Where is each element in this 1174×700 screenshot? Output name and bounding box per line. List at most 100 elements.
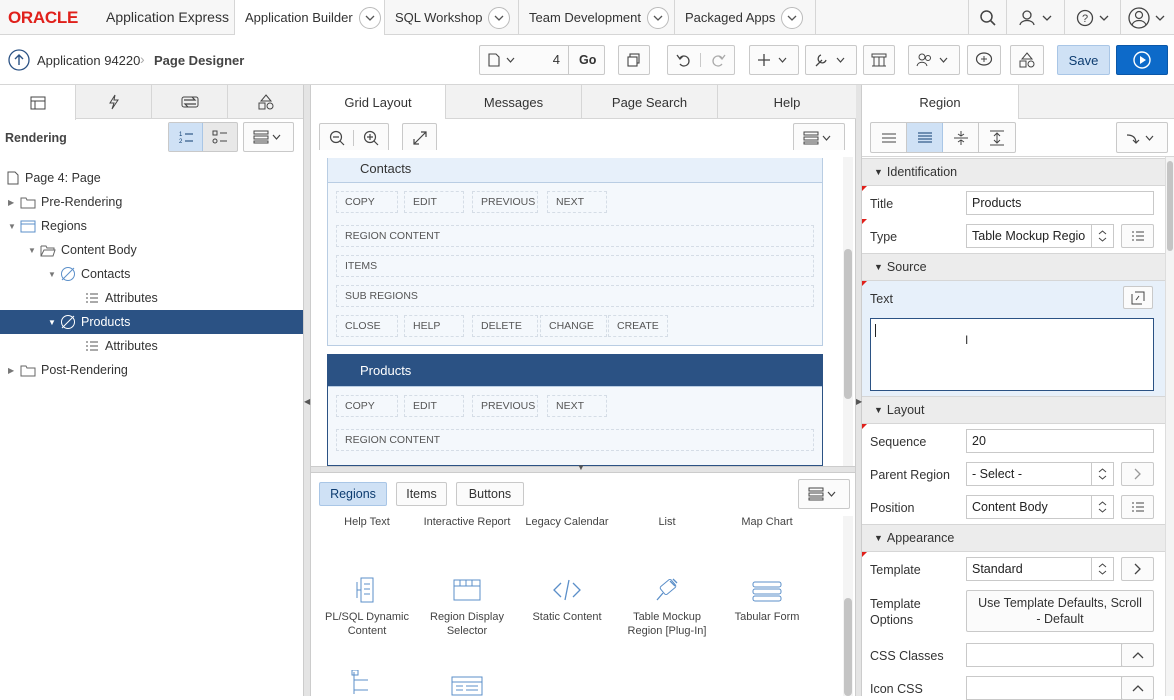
sequence-input[interactable]: 20 xyxy=(966,429,1154,453)
page-selector[interactable]: 4 Go xyxy=(479,45,605,75)
left-splitter[interactable]: ◀ xyxy=(303,85,311,696)
change-slot[interactable]: CHANGE xyxy=(540,315,607,337)
gallery-menu-button[interactable] xyxy=(798,479,850,509)
collapse-triangle-icon[interactable]: ▼ xyxy=(48,318,60,327)
gallery-item-legacy-calendar[interactable]: Legacy Calendar xyxy=(517,515,617,529)
code-editor-icon[interactable] xyxy=(1123,286,1153,309)
icon-css-input[interactable] xyxy=(966,676,1122,700)
gallery-item-help-text[interactable]: Help Text xyxy=(317,515,417,529)
type-list-icon[interactable] xyxy=(1121,224,1154,248)
position-select[interactable]: Content Body xyxy=(966,495,1114,519)
tree-gallery-icon[interactable] xyxy=(350,670,374,696)
gallery-item-interactive-report[interactable]: Interactive Report xyxy=(417,515,517,529)
text-textarea[interactable]: I xyxy=(870,318,1154,391)
tab-dynamic-actions[interactable] xyxy=(76,85,152,119)
expand-all-icon[interactable] xyxy=(979,123,1015,152)
title-input[interactable]: Products xyxy=(966,191,1154,215)
chevron-up-icon[interactable] xyxy=(1121,676,1154,700)
grid-scrollbar[interactable] xyxy=(843,157,853,466)
tree-node-products[interactable]: ▼ Products xyxy=(0,310,303,334)
gallery-item-region-display-selector[interactable]: Region Display Selector xyxy=(417,576,517,638)
search-icon[interactable] xyxy=(968,0,1006,35)
display-menu-button[interactable] xyxy=(243,122,294,152)
tab-shared-components[interactable] xyxy=(228,85,303,119)
account-icon[interactable] xyxy=(1120,0,1174,35)
form-gallery-icon[interactable] xyxy=(451,676,483,696)
grid-menu-button[interactable] xyxy=(793,123,845,153)
copy-slot[interactable]: COPY xyxy=(336,395,398,417)
type-select[interactable]: Table Mockup Regio xyxy=(966,224,1114,248)
collapse-triangle-icon[interactable]: ▼ xyxy=(48,270,60,279)
gallery-tab-items[interactable]: Items xyxy=(396,482,447,506)
expand-triangle-icon[interactable]: ▶ xyxy=(8,198,20,207)
go-to-group-button[interactable] xyxy=(1116,122,1168,153)
gallery-item-tabular-form[interactable]: Tabular Form xyxy=(717,576,817,624)
chevron-down-icon[interactable] xyxy=(358,6,381,29)
region-content-slot[interactable]: REGION CONTENT xyxy=(336,429,814,451)
scrollbar-thumb[interactable] xyxy=(1167,161,1173,251)
tree-node-regions[interactable]: ▼ Regions xyxy=(8,214,87,238)
gallery-item-static-content[interactable]: Static Content xyxy=(517,576,617,624)
shared-components-icon[interactable] xyxy=(863,45,895,75)
run-page-button[interactable] xyxy=(1116,45,1168,75)
component-view-icon[interactable] xyxy=(203,130,237,144)
tab-messages[interactable]: Messages xyxy=(446,85,582,119)
collapse-all-icon[interactable] xyxy=(943,123,979,152)
items-slot[interactable]: ITEMS xyxy=(336,255,814,277)
copy-slot[interactable]: COPY xyxy=(336,191,398,213)
page-number-input[interactable]: 4 xyxy=(539,46,569,74)
tab-processing[interactable] xyxy=(152,85,228,119)
tree-node-content-body[interactable]: ▼ Content Body xyxy=(28,238,137,262)
redo-icon[interactable] xyxy=(701,53,734,67)
help-icon[interactable]: ? xyxy=(1064,0,1120,35)
utilities-wrench-icon[interactable] xyxy=(805,45,857,75)
help-slot[interactable]: HELP xyxy=(404,315,464,337)
expand-triangle-icon[interactable]: ▶ xyxy=(8,366,20,375)
section-identification[interactable]: ▼ Identification xyxy=(862,158,1174,186)
tab-grid-layout[interactable]: Grid Layout xyxy=(311,85,446,120)
collapse-triangle-icon[interactable]: ▼ xyxy=(28,246,40,255)
edit-slot[interactable]: EDIT xyxy=(404,191,464,213)
scrollbar-thumb[interactable] xyxy=(844,249,852,399)
tree-node-contacts[interactable]: ▼ Contacts xyxy=(48,262,130,286)
previous-slot[interactable]: PREVIOUS xyxy=(472,395,538,417)
order-view-icon[interactable]: 12 xyxy=(169,123,204,151)
css-classes-input[interactable] xyxy=(966,643,1122,667)
save-button[interactable]: Save xyxy=(1057,45,1110,75)
sub-regions-slot[interactable]: SUB REGIONS xyxy=(336,285,814,307)
previous-slot[interactable]: PREVIOUS xyxy=(472,191,538,213)
show-all-icon[interactable] xyxy=(907,123,943,152)
gallery-tab-regions[interactable]: Regions xyxy=(319,482,387,506)
chevron-down-icon[interactable] xyxy=(781,6,804,29)
parent-region-select[interactable]: - Select - xyxy=(966,462,1114,486)
create-menu-button[interactable] xyxy=(749,45,799,75)
tab-sql-workshop[interactable]: SQL Workshop xyxy=(384,0,518,35)
tab-rendering[interactable] xyxy=(0,85,76,120)
center-splitter[interactable]: ▼ xyxy=(311,463,855,473)
shapes-icon[interactable] xyxy=(1010,45,1044,75)
next-slot[interactable]: NEXT xyxy=(547,395,607,417)
chevron-up-icon[interactable] xyxy=(1121,643,1154,667)
tab-region[interactable]: Region xyxy=(862,85,1019,120)
chevron-down-icon[interactable] xyxy=(647,6,669,29)
user-settings-icon[interactable] xyxy=(1006,0,1064,35)
zoom-in-icon[interactable] xyxy=(354,130,388,146)
tab-help[interactable]: Help xyxy=(718,85,856,119)
tree-node-pre-rendering[interactable]: ▶ Pre-Rendering xyxy=(8,190,122,214)
gallery-item-table-mockup[interactable]: Table Mockup Region [Plug-In] xyxy=(617,576,717,638)
expand-icon[interactable] xyxy=(402,123,437,153)
team-dev-icon[interactable] xyxy=(908,45,960,75)
tree-node-attributes[interactable]: Attributes xyxy=(85,286,158,310)
delete-slot[interactable]: DELETE xyxy=(472,315,538,337)
close-slot[interactable]: CLOSE xyxy=(336,315,398,337)
template-select[interactable]: Standard xyxy=(966,557,1114,581)
undo-icon[interactable] xyxy=(668,53,702,67)
gallery-item-list[interactable]: List xyxy=(617,515,717,529)
collapse-triangle-icon[interactable]: ▼ xyxy=(8,222,20,231)
section-layout[interactable]: ▼ Layout xyxy=(862,396,1174,424)
comments-icon[interactable] xyxy=(967,45,1001,75)
section-source[interactable]: ▼ Source xyxy=(862,253,1174,281)
tree-node-post-rendering[interactable]: ▶ Post-Rendering xyxy=(8,358,128,382)
create-slot[interactable]: CREATE xyxy=(608,315,668,337)
lock-page-icon[interactable] xyxy=(618,45,650,75)
